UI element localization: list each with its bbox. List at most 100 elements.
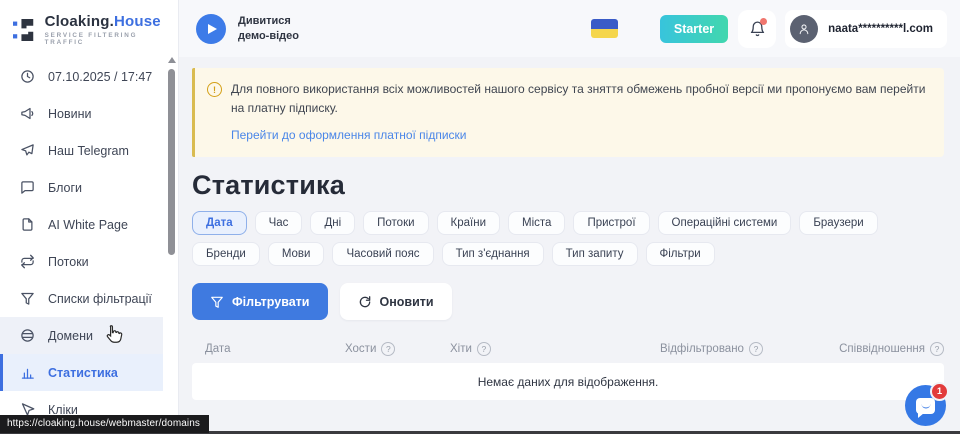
stats-tab[interactable]: Мови bbox=[268, 242, 325, 266]
stats-tab-label: Часовий пояс bbox=[346, 248, 419, 260]
help-icon[interactable] bbox=[749, 342, 763, 356]
chat-unread-badge: 1 bbox=[930, 382, 949, 401]
sidebar-item[interactable]: Списки фільтрації bbox=[0, 280, 163, 317]
refresh-button-label: Оновити bbox=[380, 295, 434, 309]
sidebar-item-label: AI White Page bbox=[48, 218, 128, 232]
plan-starter-button[interactable]: Starter bbox=[660, 15, 728, 43]
stats-tab-label: Країни bbox=[451, 217, 486, 229]
sidebar-item[interactable]: AI White Page bbox=[0, 206, 163, 243]
stats-tab-label: Операційні системи bbox=[672, 217, 778, 229]
stats-tab[interactable]: Тип запиту bbox=[552, 242, 638, 266]
demo-video-label[interactable]: Дивитися демо-відео bbox=[238, 14, 299, 44]
demo-video-play-button[interactable] bbox=[196, 14, 226, 44]
column-label: Співвідношення bbox=[839, 343, 925, 355]
refresh-icon bbox=[358, 295, 372, 309]
sidebar-item-label: Потоки bbox=[48, 255, 89, 269]
sidebar-item[interactable]: Статистика bbox=[0, 354, 163, 391]
sidebar-item[interactable]: Домени bbox=[0, 317, 163, 354]
table-column-header: Співвідношення bbox=[839, 342, 944, 356]
stats-tab[interactable]: Бренди bbox=[192, 242, 260, 266]
stats-tab-label: Міста bbox=[522, 217, 551, 229]
stats-tab-label: Потоки bbox=[377, 217, 414, 229]
brand-tagline: SERVICE FILTERING TRAFFIC bbox=[45, 32, 168, 46]
sidebar-item-label: Домени bbox=[48, 329, 93, 343]
table-column-header: Дата bbox=[205, 343, 345, 355]
sidebar-item-icon bbox=[20, 328, 35, 343]
stats-tab[interactable]: Дні bbox=[310, 211, 355, 235]
logo-text: Cloaking.House SERVICE FILTERING TRAFFIC bbox=[45, 13, 168, 46]
upgrade-subscription-link[interactable]: Перейти до оформлення платної підписки bbox=[231, 128, 467, 142]
help-icon[interactable] bbox=[477, 342, 491, 356]
stats-tab-label: Дні bbox=[324, 217, 341, 229]
table-column-header: Відфільтровано bbox=[660, 342, 839, 356]
sidebar-item-label: Новини bbox=[48, 107, 92, 121]
table-empty-state: Немає даних для відображення. bbox=[192, 363, 944, 400]
empty-state-text: Немає даних для відображення. bbox=[478, 375, 659, 389]
stats-tab[interactable]: Міста bbox=[508, 211, 565, 235]
language-flag-ukraine[interactable] bbox=[591, 19, 618, 38]
user-account-button[interactable]: naata**********l.com bbox=[785, 10, 947, 48]
stats-tab[interactable]: Браузери bbox=[799, 211, 877, 235]
stats-tab-label: Тип з'єднання bbox=[456, 248, 530, 260]
sidebar-item[interactable]: Наш Telegram bbox=[0, 132, 163, 169]
banner-message: Для повного використання всіх можливосте… bbox=[231, 80, 928, 117]
top-header: Дивитися демо-відео Starter naata*******… bbox=[178, 0, 960, 57]
stats-tab-label: Дата bbox=[206, 217, 233, 229]
sidebar-item-icon bbox=[20, 143, 35, 158]
chat-smile-icon bbox=[921, 404, 930, 409]
support-chat-button[interactable]: 1 bbox=[905, 385, 946, 426]
trial-warning-banner: ! Для повного використання всіх можливос… bbox=[192, 68, 944, 157]
stats-tab[interactable]: Операційні системи bbox=[658, 211, 792, 235]
stats-tab[interactable]: Пристрої bbox=[573, 211, 649, 235]
sidebar-item-label: Списки фільтрації bbox=[48, 292, 152, 306]
help-icon[interactable] bbox=[381, 342, 395, 356]
sidebar-item[interactable]: 07.10.2025 / 17:47 bbox=[0, 58, 163, 95]
logo[interactable]: Cloaking.House SERVICE FILTERING TRAFFIC bbox=[0, 0, 178, 56]
scroll-up-icon[interactable] bbox=[168, 57, 176, 63]
logo-icon bbox=[13, 16, 37, 44]
stats-tab-label: Мови bbox=[282, 248, 311, 260]
sidebar-item-label: 07.10.2025 / 17:47 bbox=[48, 70, 152, 84]
filter-funnel-icon bbox=[210, 295, 224, 309]
header-right-group: Starter naata**********l.com bbox=[591, 10, 947, 48]
sidebar-item[interactable]: Потоки bbox=[0, 243, 163, 280]
notifications-button[interactable] bbox=[738, 10, 776, 48]
brand-name: Cloaking.House bbox=[45, 13, 168, 30]
avatar bbox=[790, 15, 818, 43]
stats-tab[interactable]: Потоки bbox=[363, 211, 428, 235]
main-content: ! Для повного використання всіх можливос… bbox=[178, 57, 960, 434]
stats-tab-label: Час bbox=[269, 217, 289, 229]
stats-tab[interactable]: Часовий пояс bbox=[332, 242, 433, 266]
flag-yellow-stripe bbox=[591, 29, 618, 39]
stats-tab[interactable]: Тип з'єднання bbox=[442, 242, 544, 266]
scrollbar-thumb[interactable] bbox=[168, 69, 175, 255]
statistics-tabs: Дата Час Дні Потоки Країни bbox=[192, 211, 932, 266]
sidebar-scrollbar[interactable] bbox=[167, 57, 176, 432]
sidebar-item-icon bbox=[20, 291, 35, 306]
sidebar-item[interactable]: Новини bbox=[0, 95, 163, 132]
sidebar-item-icon bbox=[20, 254, 35, 269]
sidebar-item-icon bbox=[20, 106, 35, 121]
stats-tab[interactable]: Час bbox=[255, 211, 303, 235]
stats-tab[interactable]: Фільтри bbox=[646, 242, 715, 266]
stats-tab[interactable]: Країни bbox=[437, 211, 500, 235]
stats-tab[interactable]: Дата bbox=[192, 211, 247, 235]
demo-video-label-line2: демо-відео bbox=[238, 29, 299, 44]
sidebar-item[interactable]: Блоги bbox=[0, 169, 163, 206]
sidebar-item-label: Блоги bbox=[48, 181, 82, 195]
filter-button[interactable]: Фільтрувати bbox=[192, 283, 328, 320]
warning-icon: ! bbox=[207, 82, 222, 97]
help-icon[interactable] bbox=[930, 342, 944, 356]
brand-primary: Cloaking. bbox=[45, 13, 114, 30]
stats-tab-label: Бренди bbox=[206, 248, 246, 260]
refresh-button[interactable]: Оновити bbox=[340, 283, 452, 320]
sidebar-item-icon bbox=[20, 180, 35, 195]
filter-button-label: Фільтрувати bbox=[232, 295, 310, 309]
sidebar: Cloaking.House SERVICE FILTERING TRAFFIC… bbox=[0, 0, 179, 434]
brand-accent: House bbox=[114, 13, 161, 30]
stats-table-header: Дата Хости Хіти Відфільтровано bbox=[192, 335, 944, 363]
sidebar-item-label: Статистика bbox=[48, 366, 118, 380]
demo-video-label-line1: Дивитися bbox=[238, 14, 299, 29]
column-label: Хости bbox=[345, 343, 376, 355]
column-label: Відфільтровано bbox=[660, 343, 744, 355]
